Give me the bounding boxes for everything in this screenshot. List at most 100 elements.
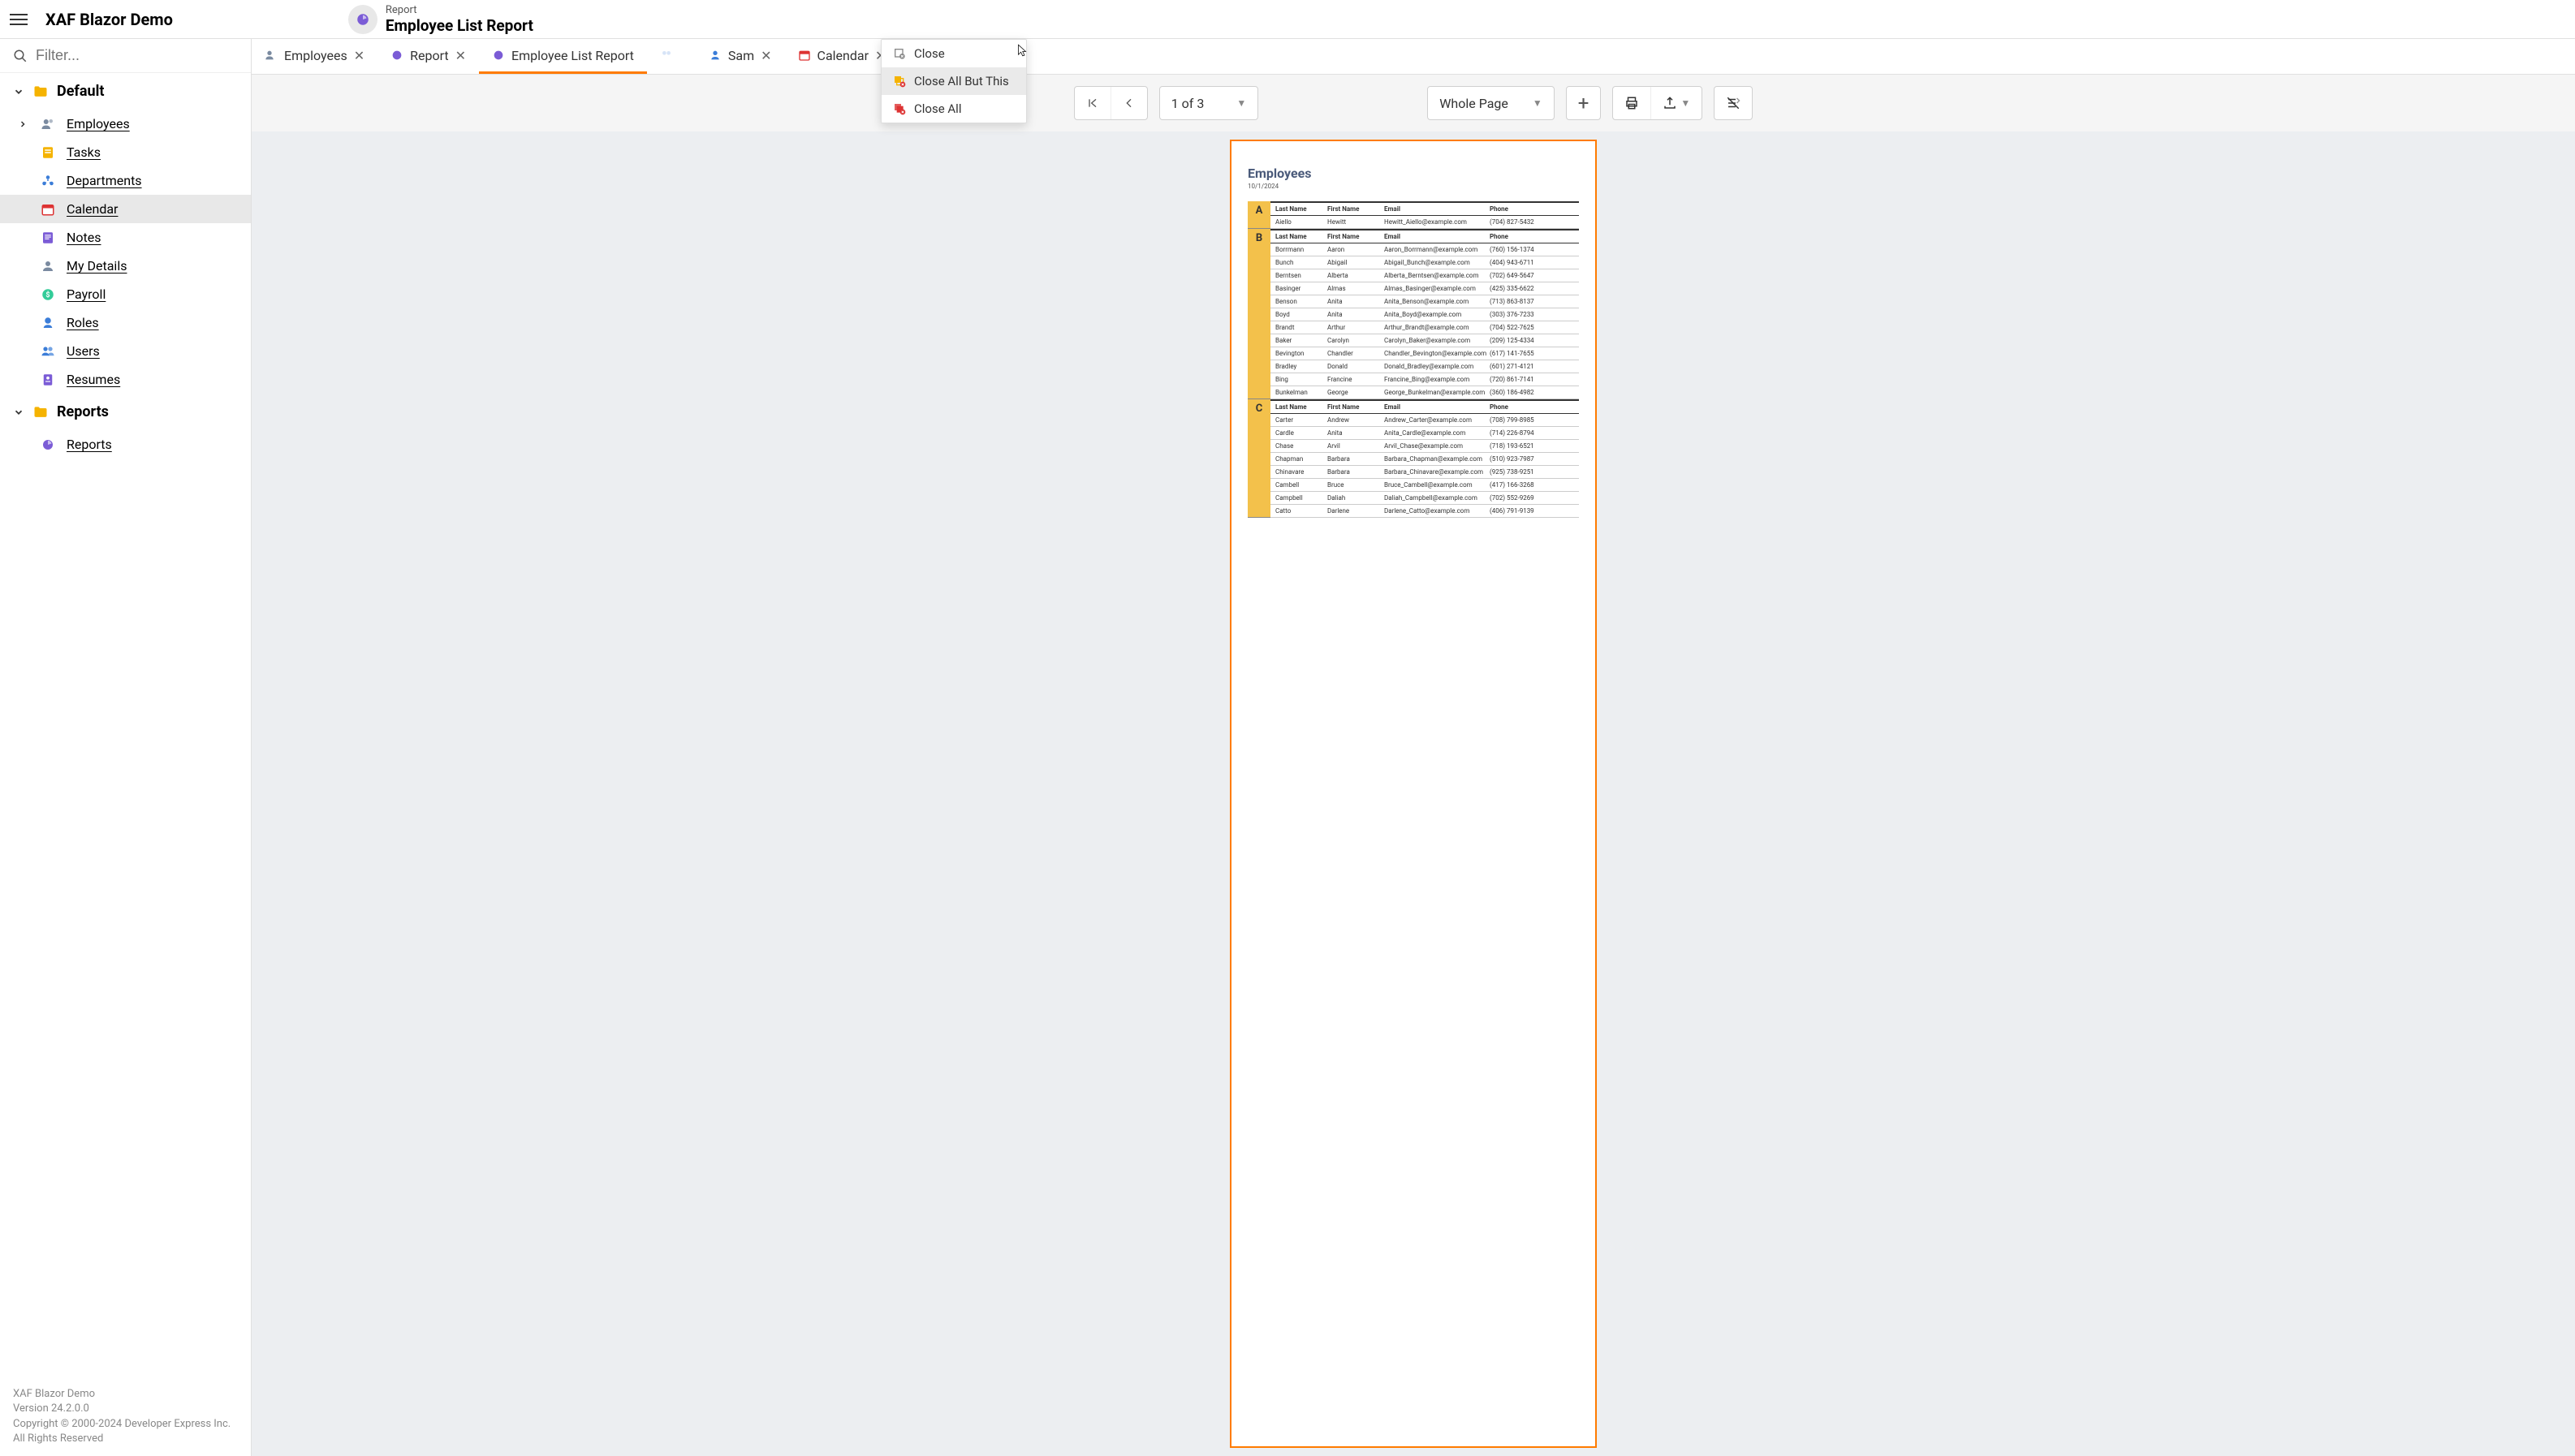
ctx-label: Close — [914, 46, 945, 61]
chevron-down-icon — [13, 407, 24, 418]
print-button[interactable] — [1613, 87, 1651, 119]
section-header-row: Last NameFirst NameEmailPhone — [1270, 399, 1579, 414]
nav-label: Departments — [67, 173, 142, 188]
ctx-close[interactable]: Close — [882, 40, 1026, 67]
table-row: ChaseArvilArvil_Chase@example.com(718) 1… — [1270, 440, 1579, 453]
settings-button[interactable] — [1714, 86, 1753, 120]
close-all-icon — [893, 102, 906, 115]
nav-item-notes[interactable]: Notes — [0, 223, 251, 252]
table-row: CambellBruceBruce_Cambell@example.com(41… — [1270, 479, 1579, 492]
table-row: BakerCarolynCarolyn_Baker@example.com(20… — [1270, 334, 1579, 347]
section-header-row: Last NameFirst NameEmailPhone — [1270, 201, 1579, 216]
tab-context-menu: Close Close All But This Close All — [881, 39, 1027, 123]
tasks-icon — [41, 145, 57, 160]
table-row: CarterAndrewAndrew_Carter@example.com(70… — [1270, 414, 1579, 427]
ctx-label: Close All But This — [914, 74, 1009, 88]
section-letter: A — [1248, 201, 1270, 229]
table-row: BasingerAlmasAlmas_Basinger@example.com(… — [1270, 282, 1579, 295]
app-header: XAF Blazor Demo Report Employee List Rep… — [0, 0, 2575, 39]
tab-label: Calendar — [817, 48, 869, 63]
footer-line: Copyright © 2000-2024 Developer Express … — [13, 1417, 238, 1432]
close-icon[interactable]: ✕ — [354, 48, 364, 63]
nav-item-employees[interactable]: Employees — [0, 110, 251, 138]
folder-icon — [32, 84, 49, 100]
tab-sam[interactable]: Sam ✕ — [696, 39, 785, 74]
export-button[interactable]: ▼ — [1651, 87, 1702, 119]
footer-line: Version 24.2.0.0 — [13, 1402, 238, 1416]
first-page-button[interactable] — [1075, 87, 1111, 119]
sidebar-footer: XAF Blazor Demo Version 24.2.0.0 Copyrig… — [0, 1377, 251, 1456]
section-header-row: Last NameFirst NameEmailPhone — [1270, 229, 1579, 243]
close-tab-icon — [893, 47, 906, 60]
chevron-right-icon — [18, 119, 28, 129]
report-section: BLast NameFirst NameEmailPhoneBorrmannAa… — [1248, 229, 1579, 399]
nav-item-tasks[interactable]: Tasks — [0, 138, 251, 166]
close-icon[interactable]: ✕ — [761, 48, 771, 63]
tab-label: Sam — [728, 48, 754, 63]
calendar-icon — [798, 49, 811, 62]
zoom-label: Whole Page — [1439, 96, 1508, 111]
tab-label: Employees — [284, 48, 347, 63]
person-icon — [709, 49, 722, 62]
table-row: BoydAnitaAnita_Boyd@example.com(303) 376… — [1270, 308, 1579, 321]
zoom-select-group[interactable]: Whole Page ▼ — [1427, 86, 1555, 120]
plus-icon: + — [1567, 87, 1601, 119]
resumes-icon — [41, 373, 57, 387]
nav-label: My Details — [67, 258, 127, 274]
tab-employees[interactable]: Employees ✕ — [252, 39, 377, 74]
report-section: CLast NameFirst NameEmailPhoneCarterAndr… — [1248, 399, 1579, 518]
report-icon — [492, 49, 505, 62]
nav-label: Calendar — [67, 201, 118, 217]
nav-label: Employees — [67, 116, 130, 131]
roles-icon — [41, 316, 57, 330]
nav-item-reports[interactable]: Reports — [0, 430, 251, 459]
table-row: BunchAbigailAbigail_Bunch@example.com(40… — [1270, 256, 1579, 269]
nav-label: Payroll — [67, 286, 106, 302]
tab-label: Report — [410, 48, 449, 63]
main-area: Employees ✕ Report ✕ Employee List Repor… — [252, 39, 2575, 1456]
nav-item-roles[interactable]: Roles — [0, 308, 251, 337]
tab-hidden-users[interactable] — [647, 39, 696, 74]
filter-input[interactable] — [36, 47, 238, 64]
chevron-down-icon: ▼ — [1533, 97, 1542, 109]
nav-item-payroll[interactable]: $ Payroll — [0, 280, 251, 308]
payroll-icon: $ — [41, 287, 57, 302]
ctx-close-all[interactable]: Close All — [882, 95, 1026, 123]
page-select-group[interactable]: 1 of 3 ▼ — [1159, 86, 1259, 120]
nav-group-default[interactable]: Default — [0, 73, 251, 110]
report-icon — [390, 49, 403, 62]
breadcrumb-title: Employee List Report — [386, 16, 533, 35]
table-row: BevingtonChandlerChandler_Bevington@exam… — [1270, 347, 1579, 360]
search-icon — [13, 49, 28, 63]
nav-item-resumes[interactable]: Resumes — [0, 365, 251, 394]
nav-item-calendar[interactable]: Calendar — [0, 195, 251, 223]
prev-page-button[interactable] — [1111, 87, 1147, 119]
nav-item-users[interactable]: Users — [0, 337, 251, 365]
table-row: BorrmannAaronAaron_Borrmann@example.com(… — [1270, 243, 1579, 256]
svg-text:$: $ — [45, 291, 50, 299]
tab-employee-list-report[interactable]: Employee List Report Close Close All But… — [479, 39, 647, 74]
tab-bar: Employees ✕ Report ✕ Employee List Repor… — [252, 39, 2575, 75]
close-icon[interactable]: ✕ — [455, 48, 466, 63]
nav-item-my-details[interactable]: My Details — [0, 252, 251, 280]
notes-icon — [41, 230, 57, 245]
page-nav-group — [1074, 86, 1148, 120]
breadcrumb: Report Employee List Report — [348, 4, 533, 35]
calendar-icon — [41, 202, 57, 217]
tab-label: Employee List Report — [511, 48, 634, 63]
users-icon — [660, 49, 673, 62]
employees-icon — [41, 117, 57, 131]
footer-line: All Rights Reserved — [13, 1432, 238, 1446]
table-row: BrandtArthurArthur_Brandt@example.com(70… — [1270, 321, 1579, 334]
tab-report[interactable]: Report ✕ — [377, 39, 479, 74]
nav-label: Users — [67, 343, 100, 359]
ctx-close-all-but-this[interactable]: Close All But This — [882, 67, 1026, 95]
hamburger-menu-button[interactable] — [10, 8, 32, 31]
table-row: CardleAnitaAnita_Cardle@example.com(714)… — [1270, 427, 1579, 440]
nav-group-reports[interactable]: Reports — [0, 394, 251, 430]
nav-item-departments[interactable]: Departments — [0, 166, 251, 195]
nav-label: Resumes — [67, 372, 120, 387]
report-toolbar: 1 of 3 ▼ Whole Page ▼ + ▼ — [252, 75, 2575, 131]
report-viewport[interactable]: Employees 10/1/2024 ALast NameFirst Name… — [252, 131, 2575, 1456]
zoom-in-button[interactable]: + — [1566, 86, 1602, 120]
